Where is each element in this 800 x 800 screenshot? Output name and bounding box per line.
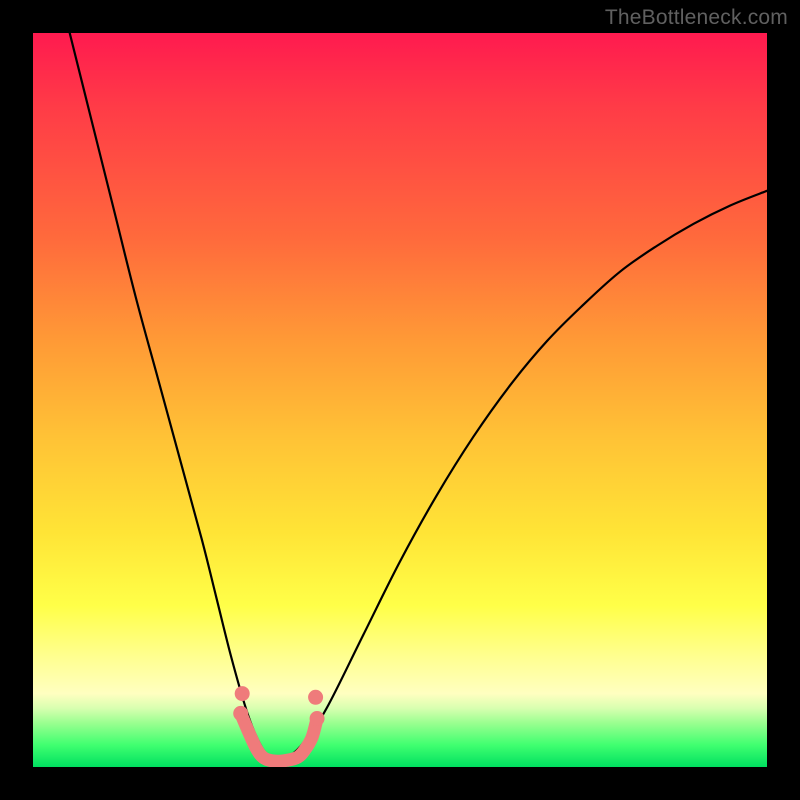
marker-dot — [235, 686, 250, 701]
chart-frame: TheBottleneck.com — [0, 0, 800, 800]
watermark-text: TheBottleneck.com — [605, 6, 788, 30]
marker-dot — [233, 706, 248, 721]
plot-area — [33, 33, 767, 767]
marker-dot — [310, 711, 325, 726]
curves-svg — [33, 33, 767, 767]
black-curve — [70, 33, 767, 761]
pink-bottom-accent — [241, 713, 317, 761]
marker-dot — [308, 690, 323, 705]
